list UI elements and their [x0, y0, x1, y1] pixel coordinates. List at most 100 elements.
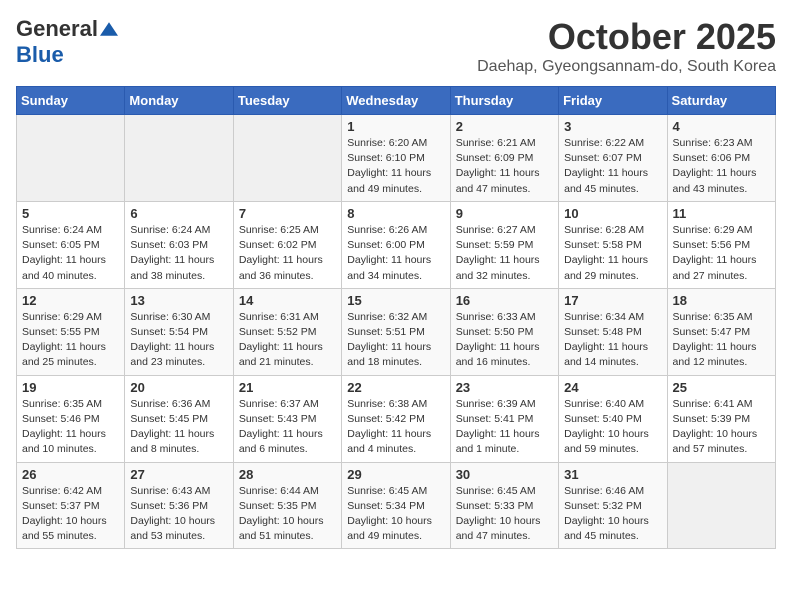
calendar-cell: 6 Sunrise: 6:24 AM Sunset: 6:03 PM Daylig…: [125, 201, 233, 288]
day-number: 19: [22, 380, 119, 395]
week-row-4: 19Sunrise: 6:35 AM Sunset: 5:46 PM Dayli…: [17, 375, 776, 462]
weekday-header-tuesday: Tuesday: [233, 87, 341, 115]
day-info: Sunrise: 6:38 AM Sunset: 5:42 PM Dayligh…: [347, 397, 444, 458]
day-info: Sunrise: 6:45 AM Sunset: 5:33 PM Dayligh…: [456, 484, 553, 545]
calendar-cell: 7Sunrise: 6:25 AM Sunset: 6:02 PM Daylig…: [233, 201, 341, 288]
day-info: Sunrise: 6:24 AM Sunset: 6:03 PM Dayligh…: [130, 223, 227, 284]
day-number: 23: [456, 380, 553, 395]
weekday-header-thursday: Thursday: [450, 87, 558, 115]
day-number: 25: [673, 380, 770, 395]
calendar-cell: [667, 462, 775, 549]
calendar-cell: 11 Sunrise: 6:29 AM Sunset: 5:56 PM Dayli…: [667, 201, 775, 288]
day-number: 11: [673, 206, 770, 221]
month-title: October 2025: [477, 16, 776, 58]
calendar-cell: 20 Sunrise: 6:36 AM Sunset: 5:45 PM Dayli…: [125, 375, 233, 462]
day-info: Sunrise: 6:28 AM Sunset: 5:58 PM Dayligh…: [564, 223, 661, 284]
weekday-header-monday: Monday: [125, 87, 233, 115]
day-number: 13: [130, 293, 227, 308]
day-number: 30: [456, 467, 553, 482]
day-info: Sunrise: 6:43 AM Sunset: 5:36 PM Dayligh…: [130, 484, 227, 545]
weekday-header-sunday: Sunday: [17, 87, 125, 115]
calendar-cell: 21 Sunrise: 6:37 AM Sunset: 5:43 PM Dayli…: [233, 375, 341, 462]
page-header: General Blue October 2025 Daehap, Gyeong…: [16, 16, 776, 76]
calendar-cell: 19Sunrise: 6:35 AM Sunset: 5:46 PM Dayli…: [17, 375, 125, 462]
day-number: 6: [130, 206, 227, 221]
day-number: 22: [347, 380, 444, 395]
day-info: Sunrise: 6:35 AM Sunset: 5:47 PM Dayligh…: [673, 310, 770, 371]
calendar-cell: 26 Sunrise: 6:42 AM Sunset: 5:37 PM Dayli…: [17, 462, 125, 549]
day-number: 21: [239, 380, 336, 395]
day-info: Sunrise: 6:37 AM Sunset: 5:43 PM Dayligh…: [239, 397, 336, 458]
day-number: 29: [347, 467, 444, 482]
logo-blue-text: Blue: [16, 42, 64, 67]
calendar-cell: 24 Sunrise: 6:40 AM Sunset: 5:40 PM Dayli…: [559, 375, 667, 462]
day-info: Sunrise: 6:32 AM Sunset: 5:51 PM Dayligh…: [347, 310, 444, 371]
day-info: Sunrise: 6:42 AM Sunset: 5:37 PM Dayligh…: [22, 484, 119, 545]
calendar-cell: 2 Sunrise: 6:21 AM Sunset: 6:09 PM Daylig…: [450, 115, 558, 202]
calendar-cell: [17, 115, 125, 202]
calendar-cell: 16 Sunrise: 6:33 AM Sunset: 5:50 PM Dayli…: [450, 288, 558, 375]
day-number: 2: [456, 119, 553, 134]
weekday-header-wednesday: Wednesday: [342, 87, 450, 115]
calendar-cell: 4Sunrise: 6:23 AM Sunset: 6:06 PM Daylig…: [667, 115, 775, 202]
day-info: Sunrise: 6:24 AM Sunset: 6:05 PM Dayligh…: [22, 223, 119, 284]
day-info: Sunrise: 6:31 AM Sunset: 5:52 PM Dayligh…: [239, 310, 336, 371]
day-info: Sunrise: 6:29 AM Sunset: 5:55 PM Dayligh…: [22, 310, 119, 371]
calendar-table: SundayMondayTuesdayWednesdayThursdayFrid…: [16, 86, 776, 549]
day-info: Sunrise: 6:27 AM Sunset: 5:59 PM Dayligh…: [456, 223, 553, 284]
calendar-cell: 25Sunrise: 6:41 AM Sunset: 5:39 PM Dayli…: [667, 375, 775, 462]
day-number: 24: [564, 380, 661, 395]
weekday-header-friday: Friday: [559, 87, 667, 115]
day-info: Sunrise: 6:40 AM Sunset: 5:40 PM Dayligh…: [564, 397, 661, 458]
day-info: Sunrise: 6:26 AM Sunset: 6:00 PM Dayligh…: [347, 223, 444, 284]
calendar-cell: 14 Sunrise: 6:31 AM Sunset: 5:52 PM Dayli…: [233, 288, 341, 375]
day-info: Sunrise: 6:33 AM Sunset: 5:50 PM Dayligh…: [456, 310, 553, 371]
day-number: 20: [130, 380, 227, 395]
calendar-cell: 22 Sunrise: 6:38 AM Sunset: 5:42 PM Dayli…: [342, 375, 450, 462]
day-number: 7: [239, 206, 336, 221]
day-info: Sunrise: 6:44 AM Sunset: 5:35 PM Dayligh…: [239, 484, 336, 545]
day-number: 5: [22, 206, 119, 221]
calendar-cell: 10 Sunrise: 6:28 AM Sunset: 5:58 PM Dayli…: [559, 201, 667, 288]
calendar-cell: 12Sunrise: 6:29 AM Sunset: 5:55 PM Dayli…: [17, 288, 125, 375]
day-info: Sunrise: 6:36 AM Sunset: 5:45 PM Dayligh…: [130, 397, 227, 458]
calendar-cell: 30 Sunrise: 6:45 AM Sunset: 5:33 PM Dayli…: [450, 462, 558, 549]
day-number: 31: [564, 467, 661, 482]
calendar-cell: [125, 115, 233, 202]
subtitle: Daehap, Gyeongsannam-do, South Korea: [477, 58, 776, 76]
day-number: 14: [239, 293, 336, 308]
day-number: 3: [564, 119, 661, 134]
calendar-cell: 5 Sunrise: 6:24 AM Sunset: 6:05 PM Daylig…: [17, 201, 125, 288]
calendar-cell: 29 Sunrise: 6:45 AM Sunset: 5:34 PM Dayli…: [342, 462, 450, 549]
day-info: Sunrise: 6:34 AM Sunset: 5:48 PM Dayligh…: [564, 310, 661, 371]
week-row-3: 12Sunrise: 6:29 AM Sunset: 5:55 PM Dayli…: [17, 288, 776, 375]
day-number: 26: [22, 467, 119, 482]
day-number: 10: [564, 206, 661, 221]
day-info: Sunrise: 6:30 AM Sunset: 5:54 PM Dayligh…: [130, 310, 227, 371]
day-info: Sunrise: 6:20 AM Sunset: 6:10 PM Dayligh…: [347, 136, 444, 197]
day-number: 16: [456, 293, 553, 308]
day-info: Sunrise: 6:22 AM Sunset: 6:07 PM Dayligh…: [564, 136, 661, 197]
day-number: 1: [347, 119, 444, 134]
calendar-cell: 17Sunrise: 6:34 AM Sunset: 5:48 PM Dayli…: [559, 288, 667, 375]
day-info: Sunrise: 6:29 AM Sunset: 5:56 PM Dayligh…: [673, 223, 770, 284]
day-info: Sunrise: 6:46 AM Sunset: 5:32 PM Dayligh…: [564, 484, 661, 545]
calendar-cell: 3 Sunrise: 6:22 AM Sunset: 6:07 PM Daylig…: [559, 115, 667, 202]
week-row-1: 1 Sunrise: 6:20 AM Sunset: 6:10 PM Daylig…: [17, 115, 776, 202]
logo-icon: [100, 20, 118, 38]
weekday-header-row: SundayMondayTuesdayWednesdayThursdayFrid…: [17, 87, 776, 115]
calendar-cell: 28Sunrise: 6:44 AM Sunset: 5:35 PM Dayli…: [233, 462, 341, 549]
logo: General Blue: [16, 16, 118, 68]
day-info: Sunrise: 6:45 AM Sunset: 5:34 PM Dayligh…: [347, 484, 444, 545]
title-block: October 2025 Daehap, Gyeongsannam-do, So…: [477, 16, 776, 76]
calendar-cell: 27Sunrise: 6:43 AM Sunset: 5:36 PM Dayli…: [125, 462, 233, 549]
day-info: Sunrise: 6:21 AM Sunset: 6:09 PM Dayligh…: [456, 136, 553, 197]
week-row-5: 26 Sunrise: 6:42 AM Sunset: 5:37 PM Dayli…: [17, 462, 776, 549]
calendar-cell: 18 Sunrise: 6:35 AM Sunset: 5:47 PM Dayli…: [667, 288, 775, 375]
calendar-cell: [233, 115, 341, 202]
week-row-2: 5 Sunrise: 6:24 AM Sunset: 6:05 PM Daylig…: [17, 201, 776, 288]
logo-general-text: General: [16, 16, 98, 42]
calendar-cell: 9Sunrise: 6:27 AM Sunset: 5:59 PM Daylig…: [450, 201, 558, 288]
day-number: 18: [673, 293, 770, 308]
day-info: Sunrise: 6:23 AM Sunset: 6:06 PM Dayligh…: [673, 136, 770, 197]
